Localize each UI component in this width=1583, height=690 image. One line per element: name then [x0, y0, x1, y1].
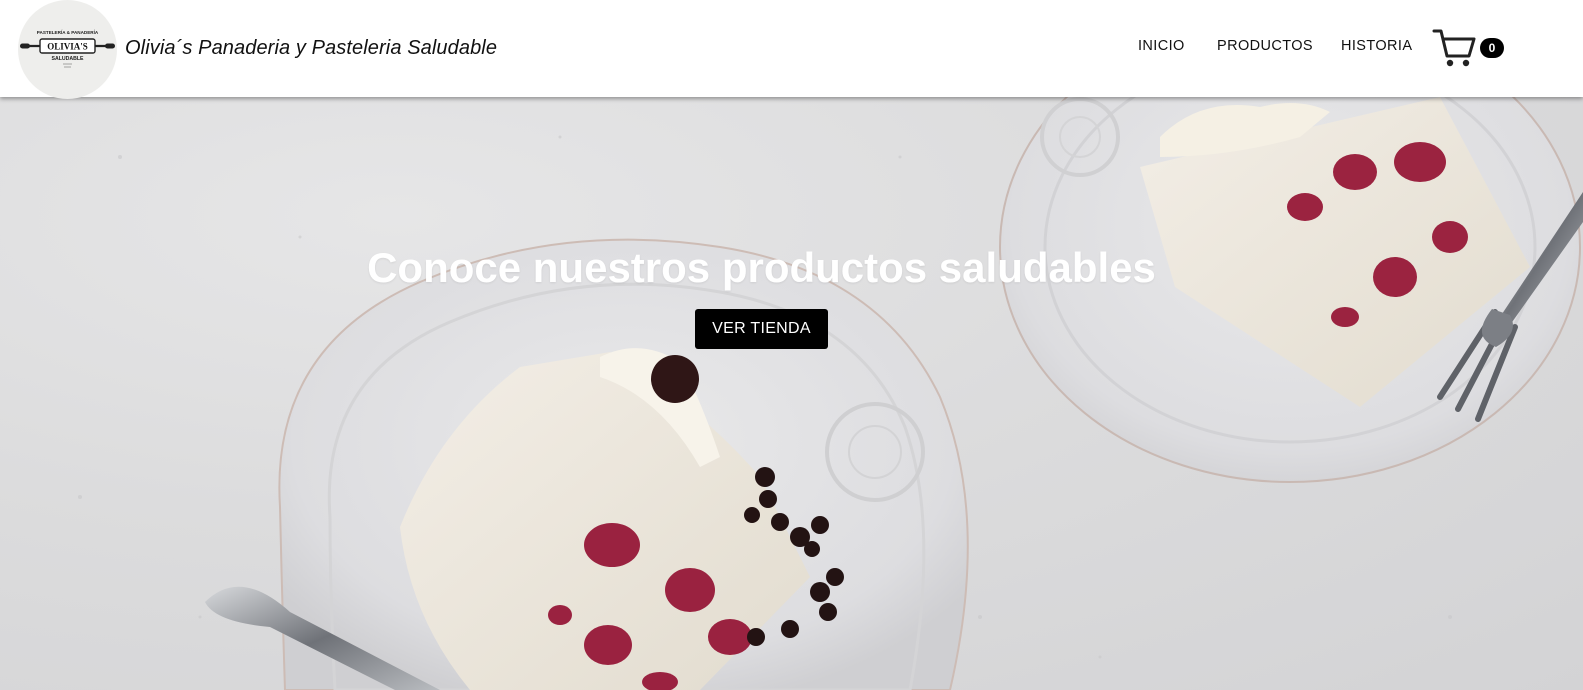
- nav-historia[interactable]: HISTORIA: [1341, 38, 1412, 54]
- hero-title: Conoce nuestros productos saludables: [367, 244, 1156, 291]
- hero-background-image: [78, 97, 1583, 690]
- nav-inicio[interactable]: INICIO: [1138, 38, 1185, 54]
- logo-top-text: PASTELERÍA & PANADERÍA: [37, 28, 99, 35]
- navbar: PASTELERÍA & PANADERÍA OLIVIA'S SALUDABL…: [0, 0, 1583, 99]
- cart-count-badge: 0: [1480, 38, 1504, 58]
- brand-link[interactable]: PASTELERÍA & PANADERÍA OLIVIA'S SALUDABL…: [18, 0, 498, 99]
- brand-logo: PASTELERÍA & PANADERÍA OLIVIA'S SALUDABL…: [18, 0, 117, 99]
- cart-button[interactable]: 0: [1432, 27, 1512, 69]
- nav-productos[interactable]: PRODUCTOS: [1217, 38, 1313, 54]
- ver-tienda-button[interactable]: VER TIENDA: [695, 309, 828, 349]
- brand-name: Olivia´s Panaderia y Pasteleria Saludabl…: [125, 37, 498, 59]
- hero-section: Conoce nuestros productos saludables VER…: [0, 97, 1583, 690]
- cart-icon: [1432, 29, 1476, 67]
- logo-main-text: OLIVIA'S: [47, 42, 88, 52]
- logo-sub-text: SALUDABLE: [52, 56, 85, 62]
- rolling-pin-logo-icon: PASTELERÍA & PANADERÍA OLIVIA'S SALUDABL…: [20, 28, 115, 68]
